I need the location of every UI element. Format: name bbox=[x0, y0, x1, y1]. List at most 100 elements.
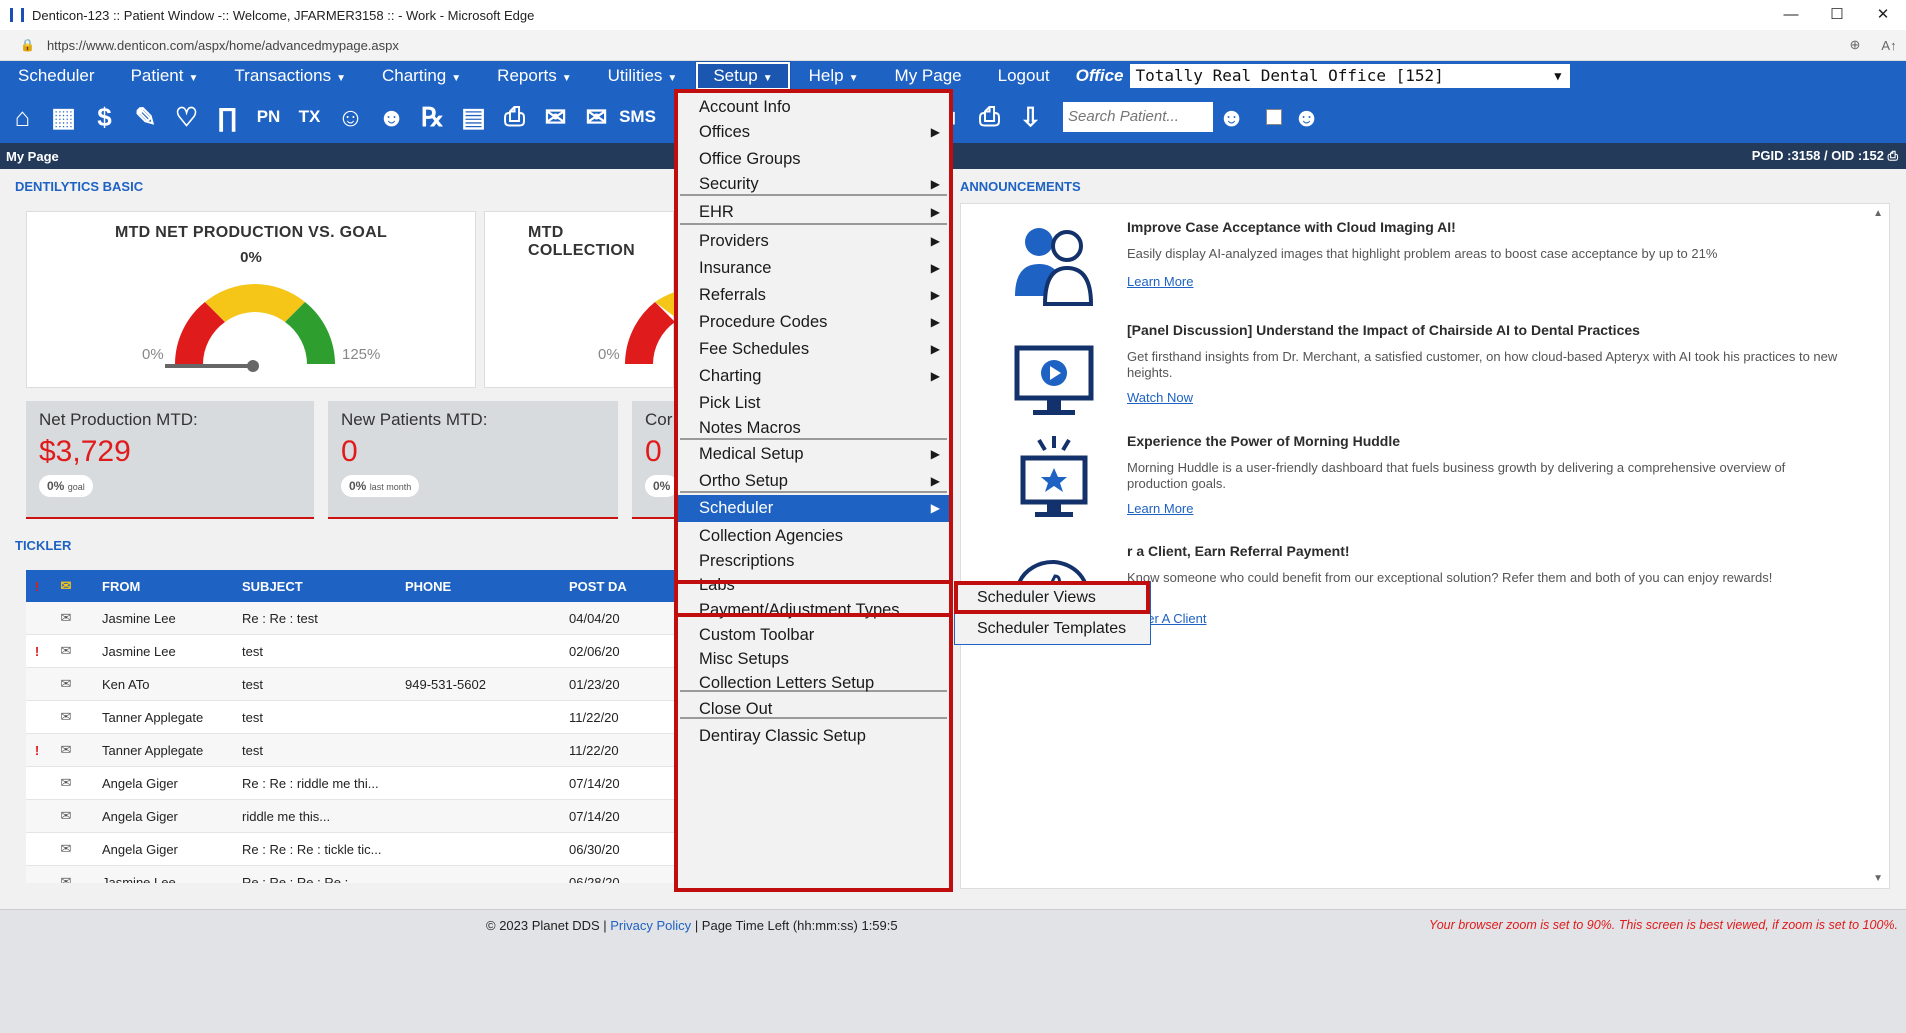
tx-icon[interactable]: TX bbox=[291, 97, 328, 137]
setup-menu-item-account-info[interactable]: Account Info bbox=[678, 94, 949, 121]
setup-menu-item-ehr[interactable]: EHR ▶ bbox=[678, 199, 949, 226]
nav-mypage[interactable]: My Page bbox=[877, 61, 980, 91]
setup-menu-item-charting[interactable]: Charting ▶ bbox=[678, 363, 949, 390]
submenu-arrow-icon: ▶ bbox=[930, 501, 940, 515]
close-button[interactable]: ✕ bbox=[1860, 0, 1906, 30]
announcement-link[interactable]: Learn More bbox=[1127, 501, 1193, 516]
setup-menu-item-payment-adjustment-types[interactable]: Payment/Adjustment Types bbox=[678, 597, 949, 624]
submenu-arrow-icon: ▶ bbox=[930, 261, 940, 275]
gauge-title: MTD COLLECTION bbox=[528, 224, 635, 259]
printer-icon[interactable]: ⎙ bbox=[971, 97, 1008, 137]
gauge-title: MTD NET PRODUCTION VS. GOAL bbox=[114, 224, 388, 241]
nav-reports[interactable]: Reports ▼ bbox=[479, 61, 589, 91]
setup-menu-item-collection-agencies[interactable]: Collection Agencies bbox=[678, 523, 949, 550]
scroll-up-icon[interactable]: ▲ bbox=[1873, 208, 1883, 219]
setup-menu-item-ortho-setup[interactable]: Ortho Setup ▶ bbox=[678, 468, 949, 495]
setup-menu-item-close-out[interactable]: Close Out bbox=[678, 696, 949, 723]
print-icon[interactable]: ⎙ bbox=[1888, 148, 1898, 163]
nav-scheduler[interactable]: Scheduler bbox=[0, 61, 113, 91]
table-row[interactable]: ✉ Angela Giger Re : Re : riddle me thi... 0… bbox=[26, 767, 686, 800]
patient-search-icon[interactable]: ☻ bbox=[1213, 97, 1250, 137]
setup-menu-item-procedure-codes[interactable]: Procedure Codes ▶ bbox=[678, 309, 949, 336]
setup-menu-item-offices[interactable]: Offices ▶ bbox=[678, 119, 949, 146]
announcement-title: Experience the Power of Morning Huddle bbox=[1127, 433, 1401, 449]
nav-setup[interactable]: Setup ▼ bbox=[695, 61, 791, 91]
setup-menu-item-dentiray-classic-setup[interactable]: Dentiray Classic Setup bbox=[678, 723, 949, 750]
nav-help[interactable]: Help ▼ bbox=[791, 61, 877, 91]
table-row[interactable]: ! ✉ Jasmine Lee test 02/06/20 bbox=[26, 635, 686, 668]
envelope-icon: ✉ bbox=[60, 610, 72, 625]
announcement-title: Improve Case Acceptance with Cloud Imagi… bbox=[1127, 219, 1456, 235]
from-cell: Tanner Applegate bbox=[102, 742, 204, 758]
announcement-link[interactable]: Learn More bbox=[1127, 274, 1193, 289]
family-checkbox[interactable] bbox=[1266, 109, 1282, 125]
window-title: Denticon-123 :: Patient Window -:: Welco… bbox=[32, 7, 535, 23]
calendar-icon[interactable]: ▦ bbox=[45, 97, 82, 137]
pencil-list-icon[interactable]: ✎ bbox=[127, 97, 164, 137]
nav-charting[interactable]: Charting ▼ bbox=[364, 61, 479, 91]
setup-menu-item-insurance[interactable]: Insurance ▶ bbox=[678, 255, 949, 282]
fax-icon[interactable]: ⎙ bbox=[496, 97, 533, 137]
stat-value: 0 bbox=[645, 435, 662, 468]
setup-dropdown: Account Info Offices ▶ Office Groups Securit… bbox=[674, 89, 953, 892]
teeth-icon[interactable]: ∏ bbox=[209, 97, 246, 137]
office-label: Office bbox=[1075, 66, 1124, 85]
dollar-icon[interactable]: $ bbox=[86, 97, 123, 137]
setup-menu-item-collection-letters-setup[interactable]: Collection Letters Setup bbox=[678, 670, 949, 697]
submenu-scheduler-templates[interactable]: Scheduler Templates bbox=[955, 614, 1150, 644]
setup-menu-item-custom-toolbar[interactable]: Custom Toolbar bbox=[678, 622, 949, 649]
setup-menu-item-providers[interactable]: Providers ▶ bbox=[678, 228, 949, 255]
announcement-link[interactable]: Watch Now bbox=[1127, 390, 1193, 405]
submenu-scheduler-views[interactable]: Scheduler Views bbox=[955, 583, 1150, 613]
rx-icon[interactable]: ℞ bbox=[414, 97, 451, 137]
nav-logout[interactable]: Logout bbox=[980, 61, 1068, 91]
email-icon[interactable]: ✉ bbox=[537, 97, 574, 137]
setup-menu-item-fee-schedules[interactable]: Fee Schedules ▶ bbox=[678, 336, 949, 363]
setup-menu-item-pick-list[interactable]: Pick List bbox=[678, 390, 949, 417]
setup-menu-item-referrals[interactable]: Referrals ▶ bbox=[678, 282, 949, 309]
table-row[interactable]: ! ✉ Tanner Applegate test 11/22/20 bbox=[26, 734, 686, 767]
chat-icon[interactable]: ✉ bbox=[578, 97, 615, 137]
nav-utilities[interactable]: Utilities ▼ bbox=[590, 61, 696, 91]
pn-icon[interactable]: PN bbox=[250, 97, 287, 137]
setup-menu-item-labs[interactable]: Labs bbox=[678, 572, 949, 599]
zoom-icon[interactable]: ⊕ bbox=[1838, 37, 1872, 53]
table-row[interactable]: ✉ Ken ATo test 949-531-5602 01/23/20 bbox=[26, 668, 686, 701]
setup-menu-item-notes-macros[interactable]: Notes Macros bbox=[678, 415, 949, 442]
add-group-icon[interactable]: ☻ bbox=[373, 97, 410, 137]
chevron-double-down-icon[interactable]: ⇩ bbox=[1012, 97, 1049, 137]
family-search-icon[interactable]: ☻ bbox=[1288, 97, 1325, 137]
search-patient-input[interactable] bbox=[1063, 102, 1213, 132]
url-field[interactable]: https://www.denticon.com/aspx/home/advan… bbox=[47, 38, 1838, 53]
table-row[interactable]: ✉ Angela Giger Re : Re : Re : tickle tic..… bbox=[26, 833, 686, 866]
announcement-desc: Morning Huddle is a user-friendly dashbo… bbox=[1127, 460, 1786, 491]
office-select[interactable]: Totally Real Dental Office [152] ▼ bbox=[1129, 64, 1570, 88]
home-icon[interactable]: ⌂ bbox=[4, 97, 41, 137]
scroll-down-icon[interactable]: ▼ bbox=[1873, 873, 1883, 884]
read-aloud-icon[interactable]: A↑ bbox=[1872, 38, 1906, 53]
setup-menu-item-prescriptions[interactable]: Prescriptions bbox=[678, 548, 949, 575]
maximize-button[interactable]: ☐ bbox=[1814, 0, 1860, 30]
privacy-link[interactable]: Privacy Policy bbox=[610, 918, 691, 933]
gauge-dial bbox=[165, 284, 335, 372]
table-row[interactable]: ✉ Tanner Applegate test 11/22/20 bbox=[26, 701, 686, 734]
table-row[interactable]: ✉ Jasmine Lee Re : Re : Re : Re : 06/28/20 bbox=[26, 866, 686, 883]
sms-icon[interactable]: SMS bbox=[619, 97, 656, 137]
content-area: DENTILYTICS BASIC MTD NET PRODUCTION VS.… bbox=[0, 169, 1906, 909]
setup-menu-item-office-groups[interactable]: Office Groups bbox=[678, 146, 949, 173]
setup-menu-item-medical-setup[interactable]: Medical Setup ▶ bbox=[678, 441, 949, 468]
setup-menu-item-scheduler[interactable]: Scheduler ▶ bbox=[678, 495, 949, 522]
nav-patient[interactable]: Patient ▼ bbox=[113, 61, 217, 91]
table-row[interactable]: ✉ Angela Giger riddle me this... 07/14/20 bbox=[26, 800, 686, 833]
setup-menu-item-security[interactable]: Security ▶ bbox=[678, 171, 949, 198]
tooth-icon[interactable]: ♡ bbox=[168, 97, 205, 137]
star-monitor-icon bbox=[1020, 436, 1088, 517]
envelope-icon: ✉ bbox=[60, 874, 72, 883]
mypage-bar: My Page PGID :3158 / OID :152 ⎙ bbox=[0, 143, 1906, 169]
minimize-button[interactable]: — bbox=[1768, 0, 1814, 30]
setup-menu-item-misc-setups[interactable]: Misc Setups bbox=[678, 646, 949, 673]
message-icon[interactable]: ▤ bbox=[455, 97, 492, 137]
table-row[interactable]: ✉ Jasmine Lee Re : Re : test 04/04/20 bbox=[26, 602, 686, 635]
add-user-icon[interactable]: ☺ bbox=[332, 97, 369, 137]
nav-transactions[interactable]: Transactions ▼ bbox=[216, 61, 364, 91]
